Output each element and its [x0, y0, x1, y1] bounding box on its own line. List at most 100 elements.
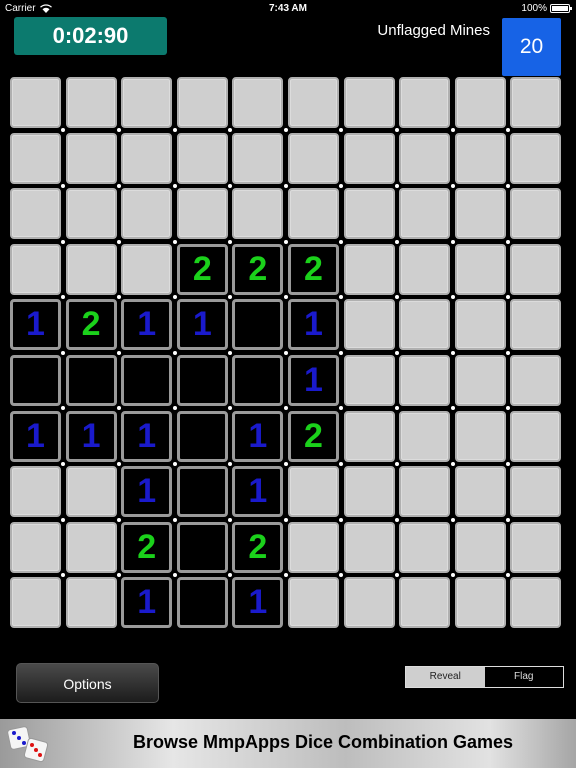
board-cell-r7-c2[interactable]: 1 — [121, 466, 173, 518]
board-cell-r8-c8[interactable] — [454, 521, 506, 573]
board-cell-r8-c1[interactable] — [65, 521, 117, 573]
board-cell-r1-c2[interactable] — [121, 132, 173, 184]
board-cell-r5-c9[interactable] — [510, 355, 562, 406]
board-cell-r4-c3[interactable]: 1 — [176, 299, 228, 351]
board-cell-r4-c9[interactable] — [510, 299, 562, 351]
board-cell-r2-c4[interactable] — [232, 188, 284, 240]
board-cell-r3-c6[interactable] — [343, 243, 395, 295]
board-cell-r1-c6[interactable] — [343, 132, 395, 184]
board-cell-r9-c9[interactable] — [510, 577, 562, 629]
flag-mode-button[interactable]: Flag — [484, 667, 563, 687]
board-cell-r8-c7[interactable] — [399, 521, 451, 573]
board-cell-r4-c1[interactable]: 2 — [65, 299, 117, 351]
board-cell-r3-c4[interactable]: 2 — [232, 243, 284, 295]
board-cell-r5-c1[interactable] — [65, 355, 117, 406]
board-cell-r6-c6[interactable] — [343, 410, 395, 462]
board-cell-r2-c7[interactable] — [399, 188, 451, 240]
board-cell-r6-c0[interactable]: 1 — [10, 410, 61, 462]
board-cell-r3-c0[interactable] — [10, 243, 61, 295]
board-cell-r5-c4[interactable] — [232, 355, 284, 406]
board-cell-r4-c6[interactable] — [343, 299, 395, 351]
board-cell-r8-c4[interactable]: 2 — [232, 521, 284, 573]
board-cell-r6-c7[interactable] — [399, 410, 451, 462]
board-cell-r7-c6[interactable] — [343, 466, 395, 518]
board-cell-r6-c3[interactable] — [176, 410, 228, 462]
options-button[interactable]: Options — [16, 663, 159, 703]
board-cell-r7-c8[interactable] — [454, 466, 506, 518]
board-cell-r2-c0[interactable] — [10, 188, 61, 240]
board-cell-r6-c5[interactable]: 2 — [288, 410, 339, 462]
board-cell-r2-c8[interactable] — [454, 188, 506, 240]
board-cell-r0-c2[interactable] — [121, 77, 173, 128]
board-cell-r5-c5[interactable]: 1 — [288, 355, 339, 406]
board-cell-r7-c7[interactable] — [399, 466, 451, 518]
board-cell-r0-c4[interactable] — [232, 77, 284, 128]
board-cell-r1-c0[interactable] — [10, 132, 61, 184]
board-cell-r4-c5[interactable]: 1 — [288, 299, 339, 351]
board-cell-r9-c6[interactable] — [343, 577, 395, 629]
board-cell-r9-c8[interactable] — [454, 577, 506, 629]
board-cell-r3-c5[interactable]: 2 — [288, 243, 339, 295]
board-cell-r3-c1[interactable] — [65, 243, 117, 295]
board-cell-r3-c9[interactable] — [510, 243, 562, 295]
board-cell-r4-c0[interactable]: 1 — [10, 299, 61, 351]
board-cell-r1-c7[interactable] — [399, 132, 451, 184]
board-cell-r7-c5[interactable] — [288, 466, 339, 518]
board-cell-r5-c8[interactable] — [454, 355, 506, 406]
board-cell-r1-c4[interactable] — [232, 132, 284, 184]
board-cell-r9-c4[interactable]: 1 — [232, 577, 284, 629]
board-cell-r9-c3[interactable] — [176, 577, 228, 629]
board-cell-r7-c1[interactable] — [65, 466, 117, 518]
board-cell-r4-c4[interactable] — [232, 299, 284, 351]
board-cell-r4-c2[interactable]: 1 — [121, 299, 173, 351]
board-cell-r3-c7[interactable] — [399, 243, 451, 295]
board-cell-r5-c6[interactable] — [343, 355, 395, 406]
board-cell-r1-c1[interactable] — [65, 132, 117, 184]
board-cell-r4-c8[interactable] — [454, 299, 506, 351]
board-cell-r0-c8[interactable] — [454, 77, 506, 128]
board-cell-r7-c9[interactable] — [510, 466, 562, 518]
board-cell-r6-c8[interactable] — [454, 410, 506, 462]
board-cell-r2-c2[interactable] — [121, 188, 173, 240]
board-cell-r1-c5[interactable] — [288, 132, 339, 184]
board-cell-r5-c7[interactable] — [399, 355, 451, 406]
board-cell-r0-c5[interactable] — [288, 77, 339, 128]
board-cell-r8-c0[interactable] — [10, 521, 61, 573]
mode-toggle[interactable]: Reveal Flag — [405, 666, 564, 688]
board-cell-r3-c2[interactable] — [121, 243, 173, 295]
board-cell-r8-c5[interactable] — [288, 521, 339, 573]
board-cell-r2-c6[interactable] — [343, 188, 395, 240]
board-cell-r3-c8[interactable] — [454, 243, 506, 295]
board-cell-r1-c9[interactable] — [510, 132, 562, 184]
board-cell-r9-c5[interactable] — [288, 577, 339, 629]
board-cell-r5-c3[interactable] — [176, 355, 228, 406]
board-cell-r8-c9[interactable] — [510, 521, 562, 573]
board-cell-r7-c4[interactable]: 1 — [232, 466, 284, 518]
board-cell-r0-c7[interactable] — [399, 77, 451, 128]
board-cell-r5-c2[interactable] — [121, 355, 173, 406]
board-cell-r3-c3[interactable]: 2 — [176, 243, 228, 295]
board-cell-r6-c1[interactable]: 1 — [65, 410, 117, 462]
board-cell-r9-c0[interactable] — [10, 577, 61, 629]
board-cell-r2-c5[interactable] — [288, 188, 339, 240]
board-cell-r0-c3[interactable] — [176, 77, 228, 128]
board-cell-r1-c8[interactable] — [454, 132, 506, 184]
board-cell-r5-c0[interactable] — [10, 355, 61, 406]
board-cell-r9-c7[interactable] — [399, 577, 451, 629]
board-cell-r8-c6[interactable] — [343, 521, 395, 573]
board-cell-r6-c4[interactable]: 1 — [232, 410, 284, 462]
board-cell-r0-c0[interactable] — [10, 77, 61, 128]
board-cell-r2-c9[interactable] — [510, 188, 562, 240]
board-cell-r7-c0[interactable] — [10, 466, 61, 518]
board-cell-r8-c2[interactable]: 2 — [121, 521, 173, 573]
board-cell-r8-c3[interactable] — [176, 521, 228, 573]
board-cell-r0-c9[interactable] — [510, 77, 562, 128]
board-cell-r9-c1[interactable] — [65, 577, 117, 629]
board-cell-r4-c7[interactable] — [399, 299, 451, 351]
board-cell-r6-c2[interactable]: 1 — [121, 410, 173, 462]
board-cell-r7-c3[interactable] — [176, 466, 228, 518]
board-cell-r9-c2[interactable]: 1 — [121, 577, 173, 629]
board-cell-r2-c3[interactable] — [176, 188, 228, 240]
board-cell-r6-c9[interactable] — [510, 410, 562, 462]
board-cell-r0-c1[interactable] — [65, 77, 117, 128]
